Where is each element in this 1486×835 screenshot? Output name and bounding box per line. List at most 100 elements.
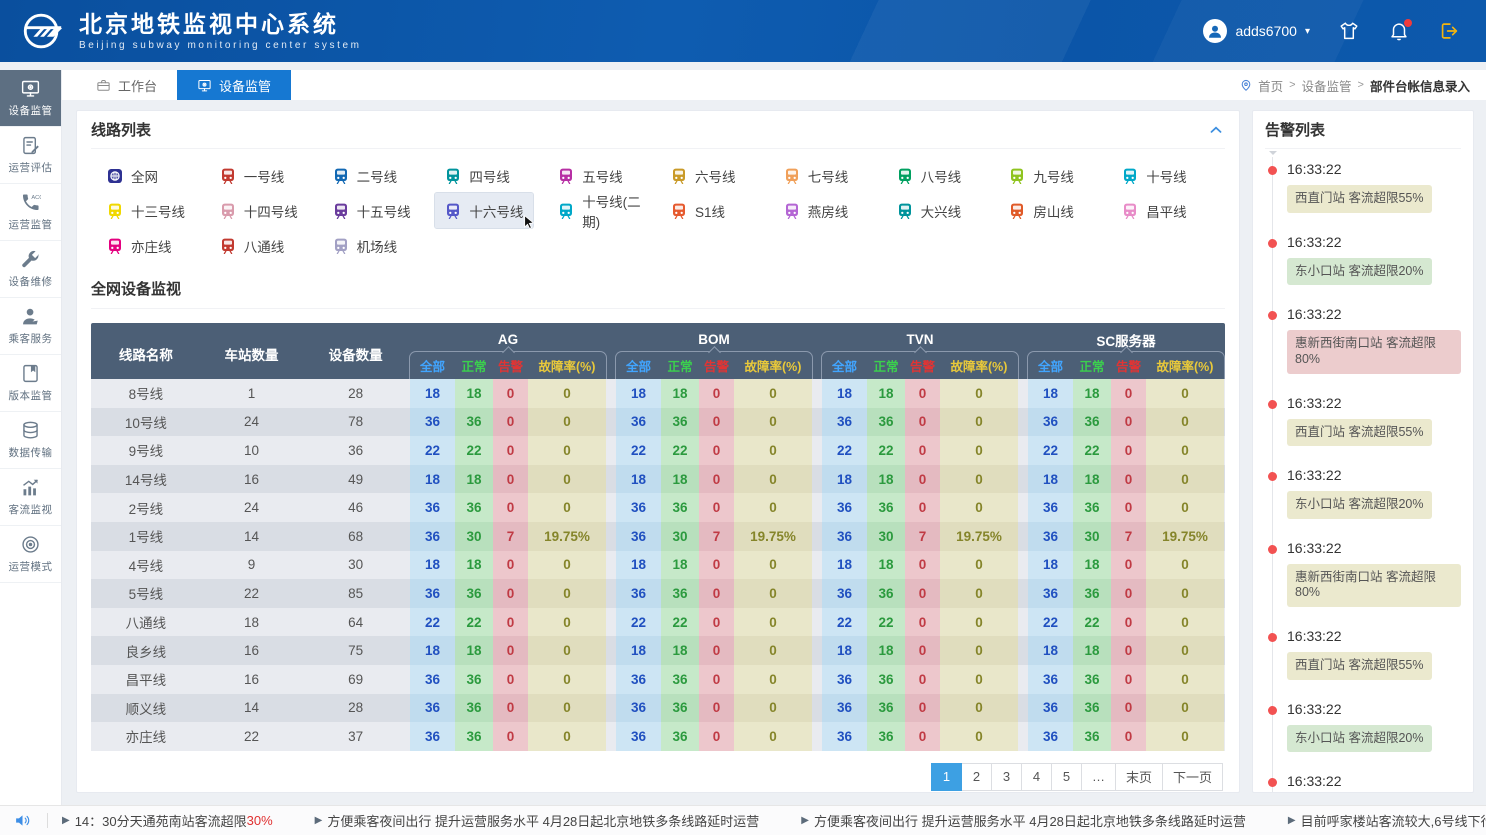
line-item-十三号线[interactable]: 十三号线 (97, 193, 195, 228)
table-row-1号线[interactable]: 1号线14683630719.75%3630719.75%3630719.75%… (91, 522, 1225, 551)
last-page-button[interactable]: 末页 (1115, 763, 1163, 791)
train-icon (333, 203, 349, 219)
sidebar-item-运营监管[interactable]: ACC运营监管 (0, 184, 61, 241)
alarm-item[interactable]: 16:33:22惠新西街南口站 客流超限80% (1265, 773, 1461, 792)
alarm-item[interactable]: 16:33:22西直门站 客流超限55% (1265, 395, 1461, 447)
cell-value: 0 (1111, 465, 1146, 494)
sidebar-item-设备监管[interactable]: 设备监管 (0, 70, 61, 127)
train-icon (784, 168, 800, 184)
sidebar-item-版本监管[interactable]: 版本监管 (0, 355, 61, 412)
collapse-chevron-up-icon[interactable] (1207, 121, 1225, 139)
next-page-button[interactable]: 下一页 (1162, 763, 1223, 791)
line-item-燕房线[interactable]: 燕房线 (774, 193, 864, 228)
sidebar-item-客流监视[interactable]: 客流监视 (0, 469, 61, 526)
alarm-item[interactable]: 16:33:22惠新西街南口站 客流超限80% (1265, 540, 1461, 607)
alarm-item[interactable]: 16:33:22东小口站 客流超限20% (1265, 234, 1461, 286)
cell-value: 7 (699, 522, 734, 551)
cell-value: 36 (410, 408, 455, 437)
table-row-10号线[interactable]: 10号线2478363600363600363600363600 (91, 408, 1225, 437)
page-button-4[interactable]: 4 (1021, 763, 1052, 791)
alarm-item[interactable]: 16:33:22西直门站 客流超限55% (1265, 628, 1461, 680)
page-button-2[interactable]: 2 (961, 763, 992, 791)
line-item-四号线[interactable]: 四号线 (435, 158, 525, 193)
table-row-9号线[interactable]: 9号线1036222200222200222200222200 (91, 436, 1225, 465)
breadcrumb-item[interactable]: 设备监管 (1302, 76, 1352, 95)
group-separator (607, 722, 615, 751)
table-row-4号线[interactable]: 4号线930181800181800181800181800 (91, 551, 1225, 580)
line-item-S1线[interactable]: S1线 (661, 193, 751, 228)
line-item-二号线[interactable]: 二号线 (323, 158, 413, 193)
table-row-8号线[interactable]: 8号线128181800181800181800181800 (91, 379, 1225, 408)
page-button-5[interactable]: 5 (1051, 763, 1082, 791)
cell-value: 18 (1028, 465, 1073, 494)
cell-value: 0 (1146, 379, 1224, 408)
line-item-六号线[interactable]: 六号线 (661, 158, 751, 193)
line-item-一号线[interactable]: 一号线 (210, 158, 300, 193)
alarm-item[interactable]: 16:33:22东小口站 客流超限20% (1265, 467, 1461, 519)
sidebar-item-乘客服务[interactable]: 乘客服务 (0, 298, 61, 355)
cell-group: 222200 (1027, 608, 1225, 637)
cell-value: 36 (410, 493, 455, 522)
line-item-七号线[interactable]: 七号线 (774, 158, 864, 193)
cell-value: 0 (699, 493, 734, 522)
cell-group: 222200 (821, 436, 1019, 465)
user-menu[interactable]: adds6700 ▾ (1203, 19, 1310, 43)
line-item-十号线(二期)[interactable]: 十号线(二期) (548, 193, 661, 228)
line-item-十号线[interactable]: 十号线 (1112, 158, 1202, 193)
line-item-八通线[interactable]: 八通线 (210, 228, 300, 263)
location-pin-icon (1239, 78, 1253, 92)
table-row-亦庄线[interactable]: 亦庄线2237363600363600363600363600 (91, 722, 1225, 751)
page-button-1[interactable]: 1 (931, 763, 962, 791)
line-item-九号线[interactable]: 九号线 (999, 158, 1089, 193)
logout-icon[interactable] (1438, 20, 1460, 42)
table-row-顺义线[interactable]: 顺义线1428363600363600363600363600 (91, 694, 1225, 723)
cell-value: 0 (528, 436, 606, 465)
sidebar-item-数据传输[interactable]: 数据传输 (0, 412, 61, 469)
line-item-十四号线[interactable]: 十四号线 (210, 193, 308, 228)
group-subheader: 全部正常告警故障率(%) (1027, 351, 1225, 379)
alarm-item[interactable]: 16:33:22惠新西街南口站 客流超限80% (1265, 306, 1461, 373)
table-row-5号线[interactable]: 5号线2285363600363600363600363600 (91, 579, 1225, 608)
breadcrumb-item[interactable]: 部件台帐信息录入 (1370, 76, 1470, 95)
notifications-bell-icon[interactable] (1388, 20, 1410, 42)
tab-label: 设备监管 (219, 76, 271, 95)
line-item-房山线[interactable]: 房山线 (999, 193, 1089, 228)
table-row-2号线[interactable]: 2号线2446363600363600363600363600 (91, 493, 1225, 522)
line-item-昌平线[interactable]: 昌平线 (1112, 193, 1202, 228)
table-row-昌平线[interactable]: 昌平线1669363600363600363600363600 (91, 665, 1225, 694)
cell-value: 0 (940, 379, 1018, 408)
line-item-亦庄线[interactable]: 亦庄线 (97, 228, 187, 263)
cell-value: 36 (867, 722, 905, 751)
line-item-十五号线[interactable]: 十五号线 (323, 193, 421, 228)
cell-group: 222200 (821, 608, 1019, 637)
cell-value: 36 (1073, 408, 1111, 437)
table-row-良乡线[interactable]: 良乡线1675181800181800181800181800 (91, 636, 1225, 665)
page-button-…[interactable]: … (1081, 763, 1116, 791)
line-item-十六号线[interactable]: 十六号线 (435, 193, 533, 228)
line-item-八号线[interactable]: 八号线 (887, 158, 977, 193)
train-icon (671, 203, 687, 219)
table-row-14号线[interactable]: 14号线1649181800181800181800181800 (91, 465, 1225, 494)
theme-skin-icon[interactable] (1338, 20, 1360, 42)
tab-工作台[interactable]: 工作台 (76, 70, 177, 100)
sidebar-item-运营评估[interactable]: 运营评估 (0, 127, 61, 184)
cell-line-name: 8号线 (91, 379, 201, 408)
line-item-全网[interactable]: 全网 (97, 158, 187, 193)
cell-value: 18 (822, 465, 867, 494)
line-item-机场线[interactable]: 机场线 (323, 228, 413, 263)
cell-value: 0 (699, 694, 734, 723)
line-item-五号线[interactable]: 五号线 (548, 158, 638, 193)
alarm-badge: 西直门站 客流超限55% (1287, 419, 1432, 447)
breadcrumb-item[interactable]: 首页 (1258, 76, 1283, 95)
alarm-item[interactable]: 16:33:22东小口站 客流超限20% (1265, 701, 1461, 753)
line-item-大兴线[interactable]: 大兴线 (887, 193, 977, 228)
tab-设备监管[interactable]: 设备监管 (177, 70, 291, 100)
group-separator (1019, 436, 1027, 465)
table-row-八通线[interactable]: 八通线1864222200222200222200222200 (91, 608, 1225, 637)
sidebar-item-设备维修[interactable]: 设备维修 (0, 241, 61, 298)
cell-group: 181800 (615, 551, 813, 580)
page-button-3[interactable]: 3 (991, 763, 1022, 791)
brand-text: 北京地铁监视中心系统 Beijing subway monitoring cen… (79, 11, 362, 50)
sidebar-item-运营模式[interactable]: 运营模式 (0, 526, 61, 583)
alarm-item[interactable]: 16:33:22西直门站 客流超限55% (1265, 161, 1461, 213)
